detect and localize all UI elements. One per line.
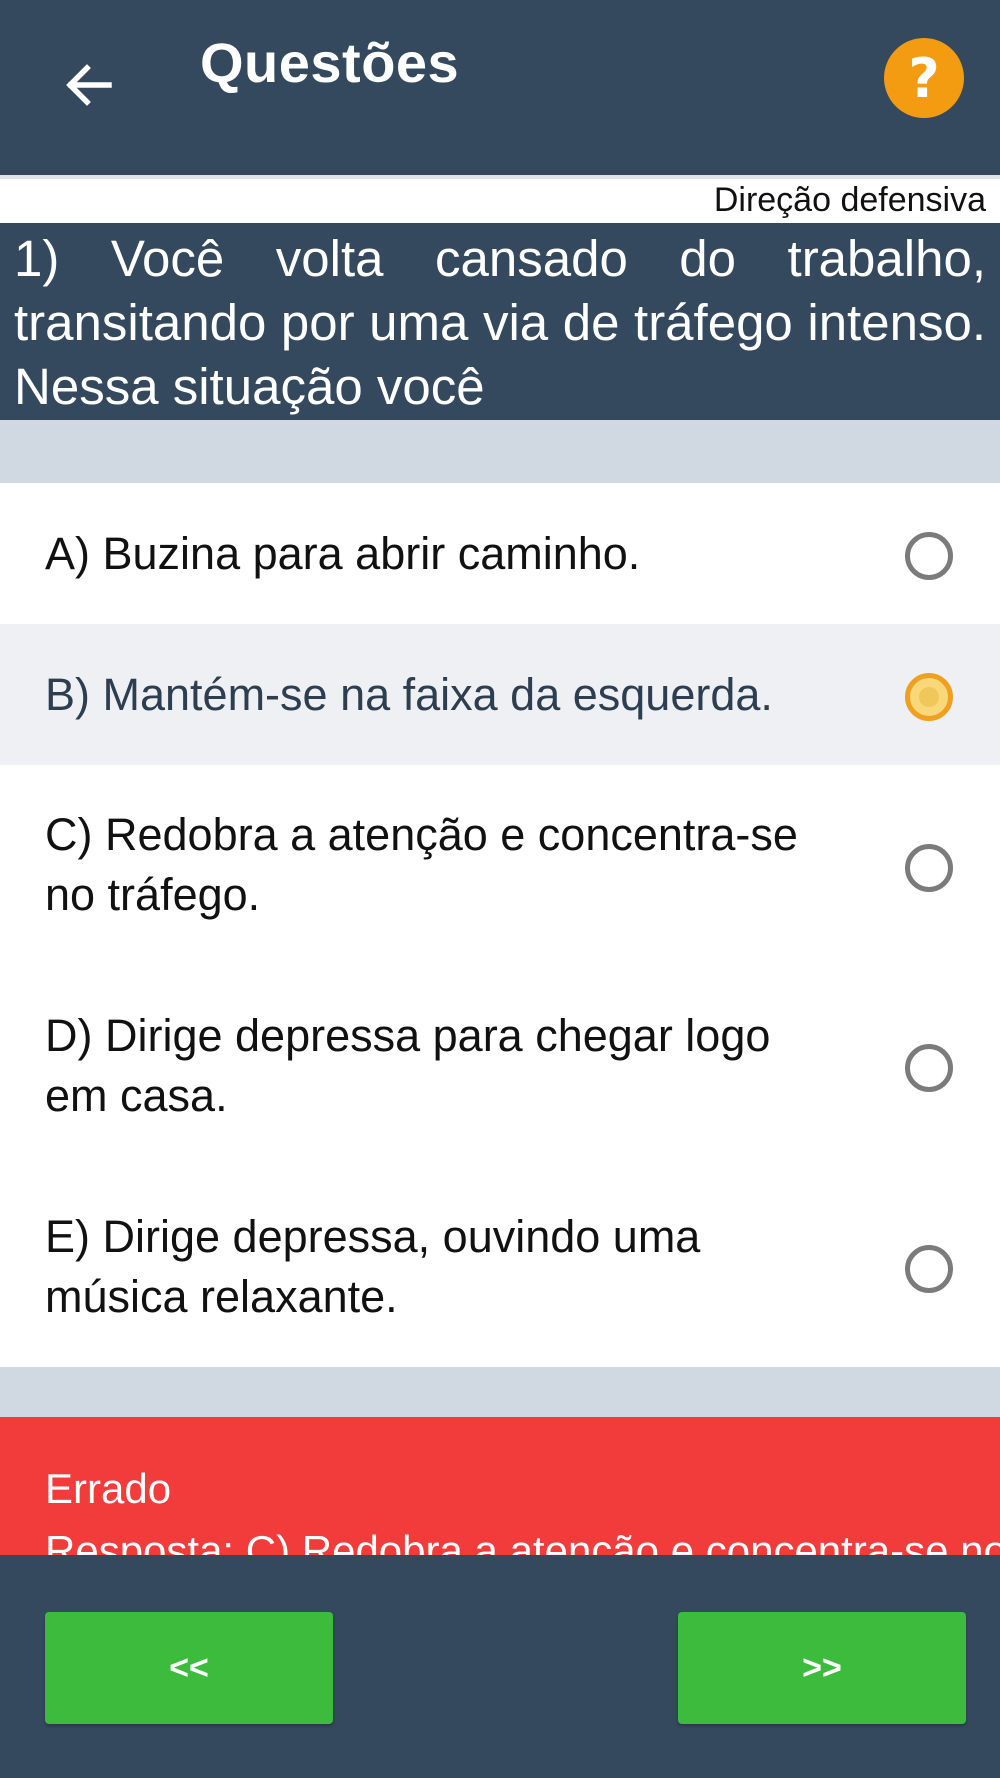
- app-bar: Questões ?: [0, 0, 1000, 175]
- radio-button[interactable]: [905, 532, 953, 580]
- option-a[interactable]: A) Buzina para abrir caminho.: [0, 483, 1000, 624]
- option-b[interactable]: B) Mantém-se na faixa da esquerda.: [0, 624, 1000, 765]
- question-text: 1) Você volta cansado do trabalho, trans…: [14, 230, 986, 415]
- radio-button[interactable]: [905, 1044, 953, 1092]
- option-label: A) Buzina para abrir caminho.: [45, 527, 641, 579]
- question-box: 1) Você volta cansado do trabalho, trans…: [0, 223, 1000, 420]
- bottom-navigation: << >>: [0, 1555, 1000, 1778]
- option-e[interactable]: E) Dirige depressa, ouvindo uma música r…: [0, 1166, 1000, 1367]
- category-strip: Direção defensiva: [0, 175, 1000, 223]
- correct-answer-text: Resposta: C) Redobra a atenção e concent…: [45, 1527, 1000, 1555]
- back-button[interactable]: [58, 55, 118, 115]
- radio-button[interactable]: [905, 1245, 953, 1293]
- next-button[interactable]: >>: [678, 1612, 966, 1724]
- divider: [0, 1367, 1000, 1417]
- radio-button[interactable]: [905, 844, 953, 892]
- result-panel: Errado Resposta: C) Redobra a atenção e …: [0, 1417, 1000, 1555]
- option-label: D) Dirige depressa para chegar logo em c…: [45, 1009, 771, 1121]
- previous-label: <<: [169, 1648, 209, 1687]
- page-title: Questões: [200, 31, 460, 94]
- option-c[interactable]: C) Redobra a atenção e concentra-se no t…: [0, 765, 1000, 965]
- help-button[interactable]: ?: [884, 38, 964, 118]
- option-d[interactable]: D) Dirige depressa para chegar logo em c…: [0, 965, 1000, 1166]
- result-status: Errado: [45, 1465, 172, 1512]
- radio-button-selected[interactable]: [905, 673, 953, 721]
- question-mark-icon: ?: [908, 46, 940, 110]
- next-label: >>: [802, 1648, 842, 1687]
- arrow-left-icon: [66, 64, 112, 106]
- divider: [0, 420, 1000, 483]
- option-label: C) Redobra a atenção e concentra-se no t…: [45, 809, 798, 920]
- option-label: E) Dirige depressa, ouvindo uma música r…: [45, 1210, 701, 1322]
- previous-button[interactable]: <<: [45, 1612, 333, 1724]
- option-label: B) Mantém-se na faixa da esquerda.: [45, 668, 773, 720]
- category-label: Direção defensiva: [713, 181, 986, 219]
